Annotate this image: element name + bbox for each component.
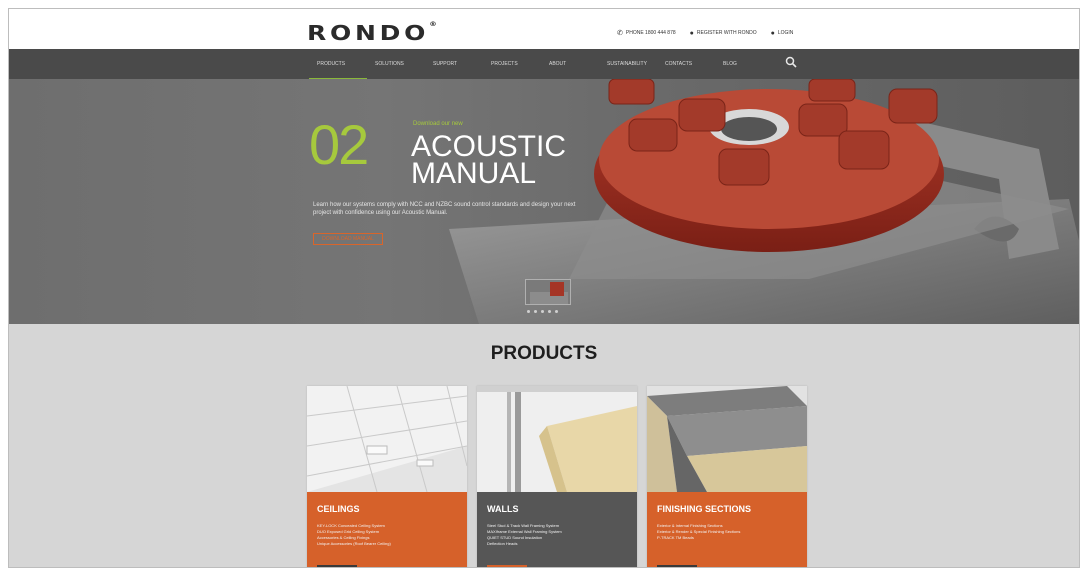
slider-dot[interactable] <box>527 310 530 313</box>
hero-description: Learn how our systems comply with NCC an… <box>313 202 576 216</box>
slide-thumbnail[interactable] <box>525 279 571 305</box>
hero-title: ACOUSTIC MANUAL <box>411 130 567 190</box>
browser-viewport: RONDO® ✆ PHONE 1800 444 878 ● REGISTER W… <box>8 8 1080 568</box>
site-header: RONDO® ✆ PHONE 1800 444 878 ● REGISTER W… <box>9 9 1079 49</box>
list-item: P-TRACK TM Beads <box>657 535 694 540</box>
list-item: Unique Accessories (Roof Bearer Ceiling) <box>317 541 391 546</box>
nav-item-solutions[interactable]: SOLUTIONS <box>367 49 425 79</box>
ceilings-card-body: CEILINGS KEY-LOCK Concealed Ceiling Syst… <box>307 492 467 567</box>
products-heading: PRODUCTS <box>490 343 598 364</box>
hero-slider: 02 Download our new ACOUSTIC MANUAL Lear… <box>9 79 1079 324</box>
nav-item-projects[interactable]: PROJECTS <box>483 49 541 79</box>
card-title: CEILINGS <box>317 504 360 514</box>
phone-label: PHONE 1800 444 878 <box>625 30 676 36</box>
phone-link[interactable]: ✆ PHONE 1800 444 878 <box>617 29 676 37</box>
product-card-walls[interactable]: WALLS Steel Stud & Track Wall Framing Sy… <box>477 386 637 567</box>
slider-pagination <box>527 310 558 313</box>
user-icon: ● <box>689 29 694 37</box>
nav-item-contacts[interactable]: CONTACTS <box>657 49 715 79</box>
card-feature-list: Exterior & Internal Finishing Sections E… <box>657 523 797 541</box>
register-link[interactable]: ● REGISTER WITH RONDO <box>690 29 757 37</box>
lock-icon: ● <box>770 29 775 37</box>
main-nav: PRODUCTS SOLUTIONS SUPPORT PROJECTS ABOU… <box>9 49 1079 79</box>
card-title: WALLS <box>487 504 519 514</box>
nav-item-sustainability[interactable]: SUSTAINABILITY <box>599 49 657 79</box>
finishing-sections-image <box>647 386 807 492</box>
header-links: ✆ PHONE 1800 444 878 ● REGISTER WITH RON… <box>617 29 794 38</box>
logo-trademark: ® <box>429 21 437 28</box>
search-icon[interactable] <box>785 56 799 70</box>
hero-kicker: Download our new <box>413 121 463 127</box>
card-title: FINISHING SECTIONS <box>657 504 752 514</box>
walls-card-body: WALLS Steel Stud & Track Wall Framing Sy… <box>477 492 637 567</box>
product-card-finishing-sections[interactable]: FINISHING SECTIONS Exterior & Internal F… <box>647 386 807 567</box>
nav-item-blog[interactable]: BLOG <box>715 49 773 79</box>
walls-image <box>477 386 637 492</box>
card-feature-list: KEY-LOCK Concealed Ceiling System DUO Ex… <box>317 523 457 547</box>
slider-dot[interactable] <box>534 310 537 313</box>
list-item: Deflection Heads <box>487 541 518 546</box>
finishing-sections-card-body: FINISHING SECTIONS Exterior & Internal F… <box>647 492 807 567</box>
login-label: LOGIN <box>777 30 794 36</box>
product-card-ceilings[interactable]: CEILINGS KEY-LOCK Concealed Ceiling Syst… <box>307 386 467 567</box>
download-manual-button[interactable]: DOWNLOAD MANUAL <box>313 233 383 245</box>
logo-text: RONDO <box>307 21 430 45</box>
card-feature-list: Steel Stud & Track Wall Framing System M… <box>487 523 627 547</box>
slider-dot[interactable] <box>548 310 551 313</box>
slider-dot[interactable] <box>541 310 544 313</box>
hero-slide-number: 02 <box>309 113 369 176</box>
nav-item-support[interactable]: SUPPORT <box>425 49 483 79</box>
nav-item-about[interactable]: ABOUT <box>541 49 599 79</box>
nav-item-products[interactable]: PRODUCTS <box>309 49 367 79</box>
ceilings-image <box>307 386 467 492</box>
slider-dot[interactable] <box>555 310 558 313</box>
rondo-logo[interactable]: RONDO® <box>307 21 437 45</box>
register-label: REGISTER WITH RONDO <box>696 30 757 36</box>
login-link[interactable]: ● LOGIN <box>771 29 794 37</box>
phone-icon: ✆ <box>617 30 623 37</box>
